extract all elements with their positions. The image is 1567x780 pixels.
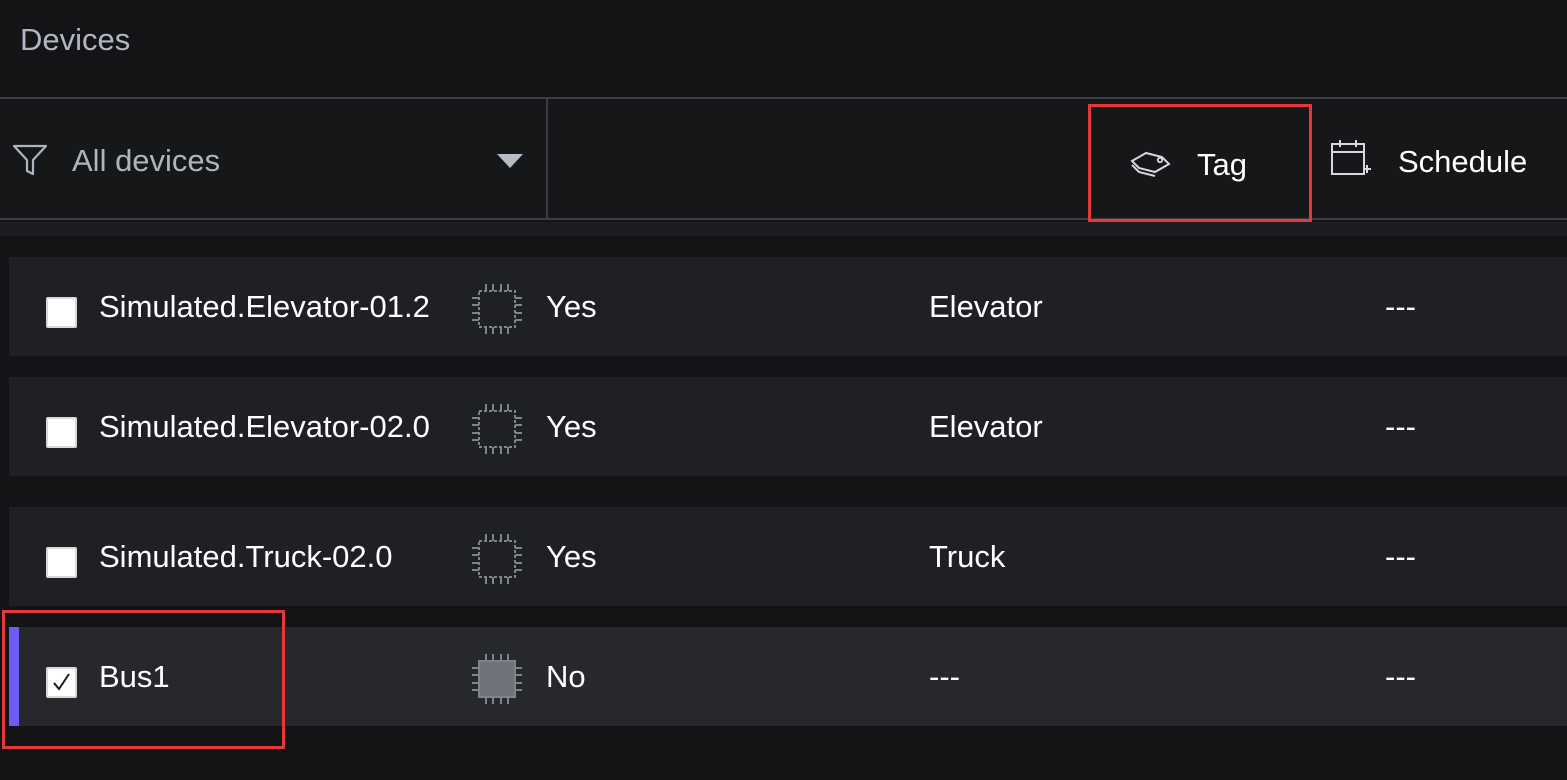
filter-label: All devices [72,143,221,178]
device-name: Simulated.Elevator-02.0 [99,409,430,444]
chip-icon [472,534,522,584]
checkmark-icon [53,673,70,691]
iot-edge-value: Yes [546,289,597,324]
page-title: Devices [20,22,131,57]
row-checkbox[interactable] [46,547,77,578]
device-row[interactable]: Bus1 No --- --- [9,627,1567,726]
device-type: Elevator [929,289,1043,324]
device-type: Truck [929,539,1006,574]
tag-button-label: Tag [1197,147,1247,182]
iot-edge-value: Yes [546,409,597,444]
chip-icon [472,654,522,704]
selected-row-indicator [9,627,19,726]
row-checkbox[interactable] [46,417,77,448]
funnel-icon [12,144,48,176]
device-filter-dropdown[interactable]: All devices [0,99,548,218]
tag-button[interactable]: Tag [1088,104,1312,222]
row-checkbox[interactable] [46,297,77,328]
list-scroll-edge [0,222,1567,236]
device-type: --- [929,659,960,694]
device-row[interactable]: Simulated.Elevator-01.2 Yes Elevator --- [9,257,1567,356]
last-column-value: --- [1385,289,1416,324]
last-column-value: --- [1385,539,1416,574]
tags-icon [1130,151,1171,177]
device-row[interactable]: Simulated.Truck-02.0 Yes Truck --- [9,507,1567,606]
iot-edge-value: No [546,659,586,694]
device-type: Elevator [929,409,1043,444]
last-column-value: --- [1385,659,1416,694]
toolbar: All devices Tag Schedule [0,97,1567,222]
device-name: Simulated.Truck-02.0 [99,539,393,574]
iot-edge-value: Yes [546,539,597,574]
row-checkbox[interactable] [46,667,77,698]
device-name: Simulated.Elevator-01.2 [99,289,430,324]
schedule-button[interactable]: Schedule [1326,104,1567,218]
page-header: Devices [0,0,1567,97]
device-name: Bus1 [99,659,170,694]
chevron-down-icon [497,154,523,168]
chip-icon [472,404,522,454]
schedule-button-label: Schedule [1398,144,1528,179]
calendar-add-icon [1331,140,1371,175]
chip-icon [472,284,522,334]
last-column-value: --- [1385,409,1416,444]
device-row[interactable]: Simulated.Elevator-02.0 Yes Elevator --- [9,377,1567,476]
devices-page: Devices All devices Tag Schedule Simulat… [0,0,1567,780]
